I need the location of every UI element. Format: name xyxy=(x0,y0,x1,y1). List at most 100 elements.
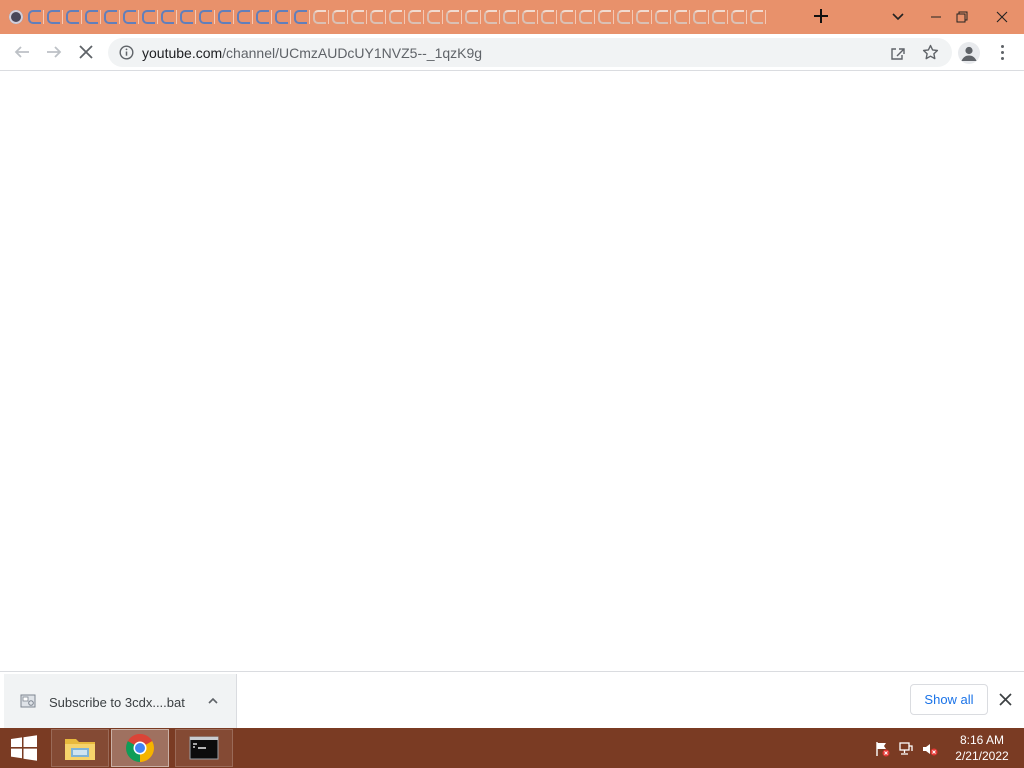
tab[interactable] xyxy=(538,6,557,28)
chevron-up-icon[interactable] xyxy=(206,694,220,708)
tab-separator xyxy=(765,10,766,24)
back-button[interactable] xyxy=(10,40,34,64)
tab[interactable] xyxy=(614,6,633,28)
tab[interactable] xyxy=(443,6,462,28)
tab-active[interactable] xyxy=(6,6,25,28)
tab[interactable] xyxy=(405,6,424,28)
taskbar-file-explorer[interactable] xyxy=(51,729,109,767)
tab-favicon-icon xyxy=(199,10,212,24)
tab[interactable] xyxy=(120,6,139,28)
tab[interactable] xyxy=(424,6,443,28)
tab-favicon-icon xyxy=(180,10,193,24)
new-tab-button[interactable] xyxy=(811,7,831,27)
tab-favicon-icon xyxy=(142,10,155,24)
tab[interactable] xyxy=(348,6,367,28)
tab[interactable] xyxy=(481,6,500,28)
forward-button[interactable] xyxy=(42,40,66,64)
tab[interactable] xyxy=(158,6,177,28)
folder-icon xyxy=(65,739,95,760)
taskbar-clock[interactable]: 8:16 AM 2/21/2022 xyxy=(948,732,1016,764)
taskbar-command-prompt[interactable] xyxy=(175,729,233,767)
tab[interactable] xyxy=(310,6,329,28)
tab-favicon-icon xyxy=(389,10,402,24)
close-icon xyxy=(79,45,93,59)
tab[interactable] xyxy=(576,6,595,28)
site-info-icon[interactable] xyxy=(119,45,134,60)
tab[interactable] xyxy=(25,6,44,28)
tab[interactable] xyxy=(63,6,82,28)
tab[interactable] xyxy=(196,6,215,28)
tab-favicon-icon xyxy=(693,10,706,24)
url-host: youtube.com xyxy=(142,45,223,61)
kebab-menu-icon[interactable] xyxy=(994,42,1010,62)
tab[interactable] xyxy=(557,6,576,28)
tab[interactable] xyxy=(329,6,348,28)
tab[interactable] xyxy=(234,6,253,28)
restore-button[interactable] xyxy=(944,0,980,34)
tab[interactable] xyxy=(652,6,671,28)
close-window-button[interactable] xyxy=(980,0,1024,34)
tab-favicon-icon xyxy=(66,10,79,24)
tab-favicon-icon xyxy=(370,10,383,24)
tab-favicon-icon xyxy=(313,10,326,24)
tab[interactable] xyxy=(253,6,272,28)
arrow-left-icon xyxy=(14,46,29,58)
tab-favicon-icon xyxy=(294,10,307,24)
start-button[interactable] xyxy=(4,732,44,764)
show-all-downloads-button[interactable]: Show all xyxy=(910,684,988,715)
tab-search-button[interactable] xyxy=(889,9,907,25)
network-icon[interactable] xyxy=(898,741,914,757)
chevron-down-icon xyxy=(892,13,904,21)
profile-avatar-icon[interactable] xyxy=(958,42,980,64)
tab[interactable] xyxy=(367,6,386,28)
tab[interactable] xyxy=(44,6,63,28)
windows-taskbar: 8:16 AM 2/21/2022 xyxy=(0,728,1024,768)
terminal-icon xyxy=(189,736,219,760)
minimize-icon xyxy=(931,16,941,18)
url-path: /channel/UCmzAUDcUY1NVZ5--_1qzK9g xyxy=(222,45,483,61)
tab-favicon-icon xyxy=(123,10,136,24)
url-text[interactable]: youtube.com/channel/UCmzAUDcUY1NVZ5--_1q… xyxy=(142,45,482,61)
tab-favicon-icon xyxy=(446,10,459,24)
batch-file-icon xyxy=(20,693,36,709)
download-item[interactable]: Subscribe to 3cdx....bat xyxy=(4,674,237,728)
tab[interactable] xyxy=(101,6,120,28)
address-bar[interactable]: youtube.com/channel/UCmzAUDcUY1NVZ5--_1q… xyxy=(108,38,952,67)
clock-time: 8:16 AM xyxy=(959,733,1005,747)
tab-favicon-icon xyxy=(598,10,611,24)
tab[interactable] xyxy=(215,6,234,28)
tab[interactable] xyxy=(272,6,291,28)
tab[interactable] xyxy=(500,6,519,28)
tab[interactable] xyxy=(177,6,196,28)
tab[interactable] xyxy=(462,6,481,28)
tab-favicon-icon xyxy=(28,10,41,24)
tab-favicon-icon xyxy=(750,10,763,24)
tab[interactable] xyxy=(690,6,709,28)
tab[interactable] xyxy=(139,6,158,28)
tab[interactable] xyxy=(747,6,766,28)
bookmark-star-icon[interactable] xyxy=(922,44,939,61)
browser-toolbar: youtube.com/channel/UCmzAUDcUY1NVZ5--_1q… xyxy=(0,34,1024,71)
speaker-muted-icon[interactable] xyxy=(922,741,938,757)
plus-icon xyxy=(814,9,828,23)
tab[interactable] xyxy=(519,6,538,28)
tab[interactable] xyxy=(633,6,652,28)
tab[interactable] xyxy=(595,6,614,28)
tab-favicon-icon xyxy=(161,10,174,24)
taskbar-google-chrome[interactable] xyxy=(111,729,169,767)
chrome-logo-icon xyxy=(126,734,154,762)
tab-favicon-icon xyxy=(8,10,23,24)
arrow-right-icon xyxy=(47,46,62,58)
tab-favicon-icon xyxy=(275,10,288,24)
tab-favicon-icon xyxy=(218,10,231,24)
tab[interactable] xyxy=(291,6,310,28)
share-icon[interactable] xyxy=(890,45,906,61)
tab[interactable] xyxy=(386,6,405,28)
action-center-flag-icon[interactable] xyxy=(874,741,890,757)
tab[interactable] xyxy=(728,6,747,28)
tab[interactable] xyxy=(709,6,728,28)
tab[interactable] xyxy=(82,6,101,28)
tab[interactable] xyxy=(671,6,690,28)
stop-loading-button[interactable] xyxy=(74,40,98,64)
close-download-shelf-icon[interactable] xyxy=(998,692,1013,707)
